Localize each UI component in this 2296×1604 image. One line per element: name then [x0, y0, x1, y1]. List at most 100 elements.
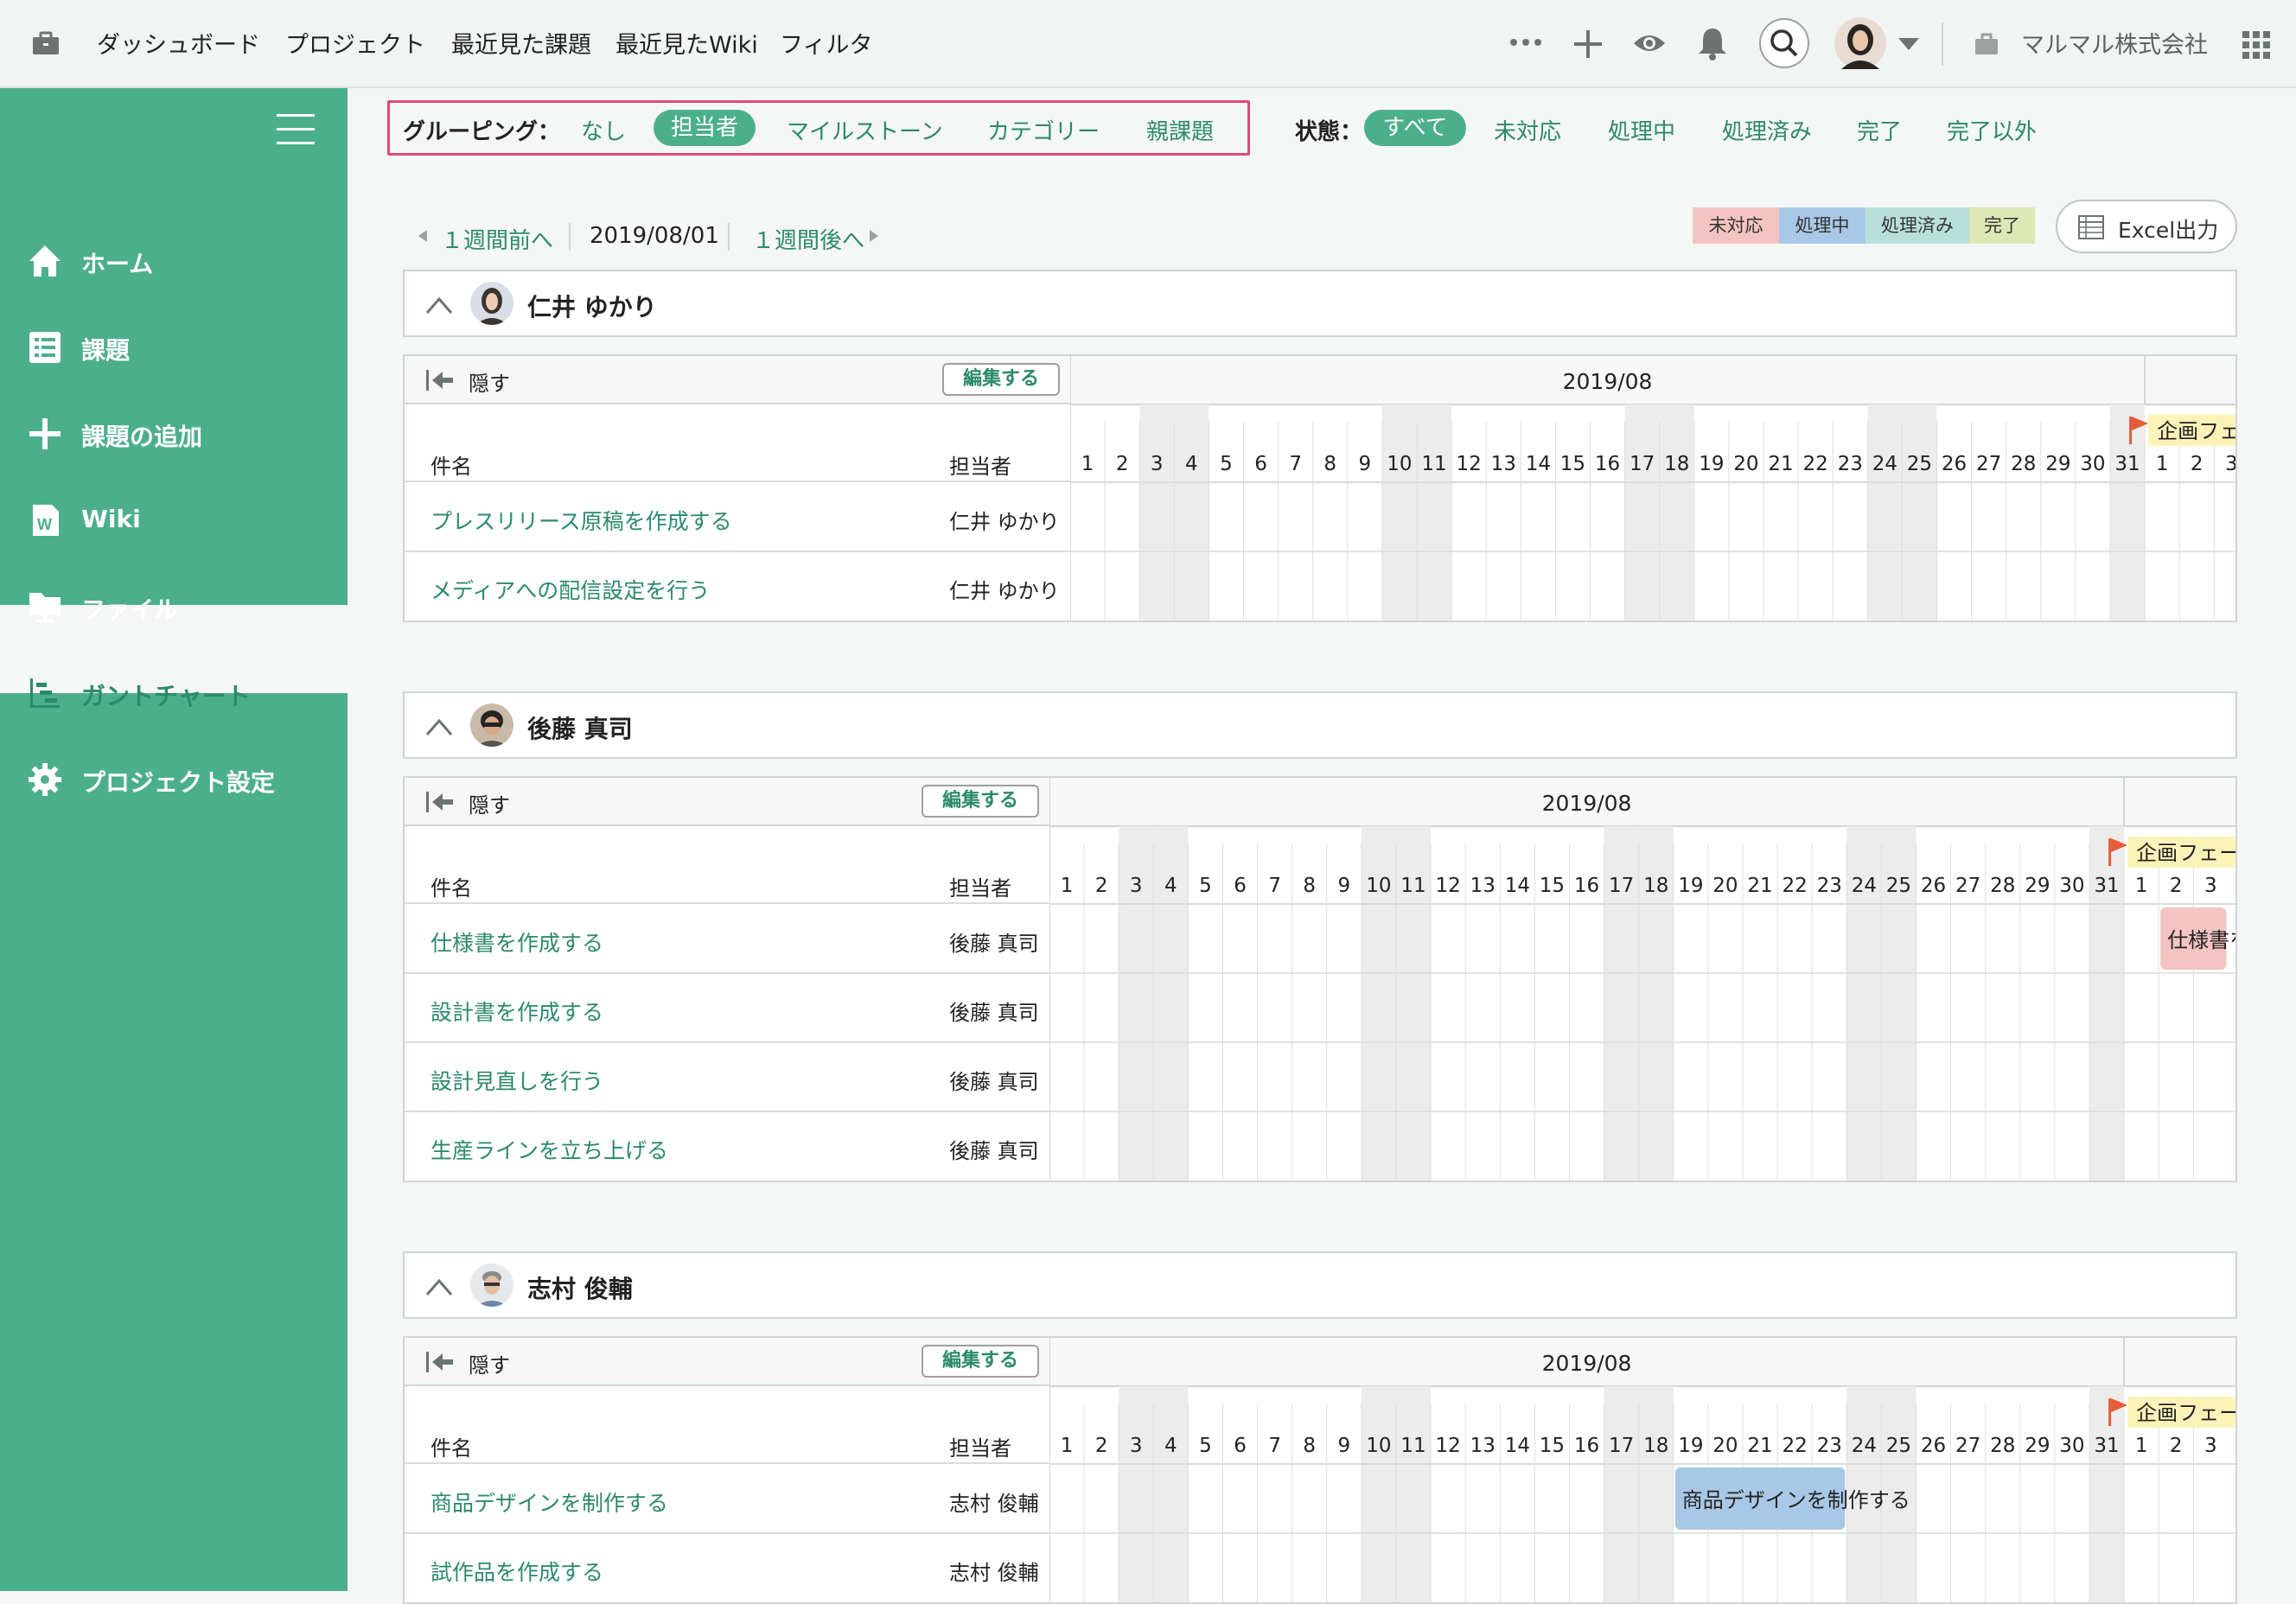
- status-open[interactable]: 未対応: [1494, 114, 1561, 146]
- day-label: 9: [1359, 453, 1372, 475]
- milestone-label[interactable]: 企画フェーズ: [2136, 841, 2235, 865]
- prev-arrow-icon[interactable]: [418, 230, 427, 242]
- status-closed[interactable]: 完了: [1857, 114, 1902, 146]
- gear-icon: [29, 763, 61, 796]
- collapse-chevron-icon[interactable]: [424, 1274, 455, 1300]
- day-label: 25: [1907, 453, 1932, 475]
- nav-projects[interactable]: プロジェクト: [285, 26, 425, 60]
- excel-export-button[interactable]: Excel出力: [2056, 200, 2237, 253]
- gantt-table: 隠す 編集する 件名 担当者 仕様書を作成する 後藤 真司 設計書を作成する 後藤 真司 設計見…: [403, 776, 2237, 1182]
- group-header[interactable]: 志村 俊輔: [403, 1251, 2237, 1319]
- grouping-assignee-selected[interactable]: 担当者: [654, 110, 756, 146]
- task-assignee: 仁井 ゆかり: [949, 579, 1060, 603]
- edit-button[interactable]: 編集する: [942, 363, 1060, 396]
- status-all-selected[interactable]: すべて: [1364, 110, 1466, 146]
- day-label: 28: [1990, 1435, 2015, 1457]
- collapse-chevron-icon[interactable]: [424, 292, 455, 318]
- column-header-title: 件名: [430, 1436, 472, 1461]
- search-icon[interactable]: [1758, 17, 1810, 69]
- day-label: 15: [1540, 1435, 1565, 1457]
- month-label: 2019/08: [1563, 369, 1653, 394]
- day-label: 14: [1526, 453, 1551, 475]
- weekend-column: [1604, 1386, 1639, 1602]
- next-week-link[interactable]: １週間後へ: [752, 223, 864, 255]
- milestone-label[interactable]: 企画フェーズ: [2157, 419, 2235, 443]
- nav-dashboard[interactable]: ダッシュボード: [97, 26, 260, 60]
- nav-recent-wiki[interactable]: 最近見たWiki: [615, 26, 758, 60]
- sidebar-item-issues[interactable]: 課題: [0, 304, 348, 391]
- task-title-link[interactable]: 設計見直しを行う: [430, 1065, 603, 1096]
- sidebar-item-home[interactable]: ホーム: [0, 218, 348, 304]
- menu-toggle-icon[interactable]: [277, 112, 315, 147]
- sidebar-item-project-settings[interactable]: プロジェクト設定: [0, 736, 348, 823]
- weekend-column: [1361, 1386, 1396, 1602]
- hide-panel-icon[interactable]: [425, 368, 455, 392]
- hide-label[interactable]: 隠す: [469, 1348, 510, 1378]
- day-label: 9: [1338, 875, 1351, 897]
- column-header-title: 件名: [430, 455, 472, 479]
- hide-panel-icon[interactable]: [425, 790, 455, 814]
- grouping-parent-issue[interactable]: 親課題: [1146, 114, 1214, 146]
- user-avatar[interactable]: [1834, 17, 1886, 69]
- day-label: 1: [2135, 1435, 2148, 1457]
- task-title-link[interactable]: 設計書を作成する: [430, 996, 603, 1027]
- weekend-column: [1659, 404, 1694, 621]
- edit-button[interactable]: 編集する: [922, 785, 1039, 818]
- sidebar: ホーム 課題 課題の追加 W Wiki ファイル ガントチャート プロジェクト設…: [0, 88, 348, 1591]
- chevron-down-icon[interactable]: [1898, 38, 1919, 50]
- hide-panel-icon[interactable]: [425, 1350, 455, 1374]
- milestone-label[interactable]: 企画フェーズ: [2136, 1401, 2235, 1425]
- briefcase-icon[interactable]: [31, 29, 61, 59]
- group-header[interactable]: 後藤 真司: [403, 691, 2237, 759]
- month-label: 2019/08: [1542, 1351, 1632, 1376]
- group-header[interactable]: 仁井 ゆかり: [403, 270, 2237, 337]
- day-label: 31: [2094, 1435, 2119, 1457]
- current-date: 2019/08/01: [590, 223, 719, 249]
- bell-icon[interactable]: [1696, 26, 1729, 60]
- grouping-milestone[interactable]: マイルストーン: [787, 114, 943, 146]
- day-label: 16: [1574, 1435, 1599, 1457]
- task-title-link[interactable]: プレスリリース原稿を作成する: [430, 505, 732, 536]
- task-assignee: 後藤 真司: [949, 1139, 1039, 1163]
- day-label: 15: [1560, 453, 1585, 475]
- grouping-none[interactable]: なし: [581, 114, 626, 146]
- hide-label[interactable]: 隠す: [469, 366, 510, 397]
- nav-recent-issues[interactable]: 最近見た課題: [451, 26, 591, 60]
- task-title-link[interactable]: メディアへの配信設定を行う: [430, 574, 710, 605]
- add-icon[interactable]: [1573, 29, 1603, 59]
- edit-button[interactable]: 編集する: [922, 1345, 1039, 1378]
- home-icon: [29, 245, 61, 277]
- day-label: 27: [1955, 875, 1980, 897]
- day-label: 16: [1595, 453, 1620, 475]
- task-title-link[interactable]: 試作品を作成する: [430, 1556, 603, 1587]
- collapse-chevron-icon[interactable]: [424, 714, 455, 740]
- grouping-category[interactable]: カテゴリー: [987, 114, 1100, 146]
- avatar: [470, 703, 513, 747]
- company-name[interactable]: マルマル株式会社: [2021, 26, 2208, 60]
- spreadsheet-icon: [2078, 215, 2104, 239]
- day-label: 3: [1151, 453, 1164, 475]
- sidebar-item-wiki[interactable]: W Wiki: [0, 477, 348, 563]
- task-bar-label: 商品デザインを制作する: [1682, 1488, 1910, 1512]
- status-not-closed[interactable]: 完了以外: [1947, 114, 2037, 146]
- sidebar-item-files[interactable]: ファイル: [0, 563, 348, 650]
- task-title-link[interactable]: 仕様書を作成する: [430, 926, 603, 958]
- apps-grid-icon[interactable]: [2242, 31, 2270, 59]
- day-label: 29: [2025, 1435, 2050, 1457]
- gantt-table: 隠す 編集する 件名 担当者 商品デザインを制作する 志村 俊輔 試作品を作成する 志村 俊輔…: [403, 1336, 2237, 1604]
- day-label: 26: [1921, 875, 1946, 897]
- task-title-link[interactable]: 生産ラインを立ち上げる: [430, 1134, 668, 1165]
- sidebar-item-add-issue[interactable]: 課題の追加: [0, 391, 348, 477]
- legend-open: 未対応: [1693, 207, 1779, 244]
- status-in-progress[interactable]: 処理中: [1608, 114, 1675, 146]
- hide-label[interactable]: 隠す: [469, 788, 510, 818]
- more-icon[interactable]: [1508, 36, 1543, 48]
- watch-eye-icon[interactable]: [1632, 31, 1667, 55]
- status-resolved[interactable]: 処理済み: [1722, 114, 1812, 146]
- prev-week-link[interactable]: １週間前へ: [441, 223, 553, 255]
- nav-filter[interactable]: フィルタ: [780, 26, 872, 60]
- next-arrow-icon[interactable]: [870, 230, 878, 242]
- day-label: 23: [1817, 1435, 1842, 1457]
- sidebar-item-gantt[interactable]: ガントチャート: [0, 650, 348, 736]
- task-title-link[interactable]: 商品デザインを制作する: [430, 1486, 668, 1518]
